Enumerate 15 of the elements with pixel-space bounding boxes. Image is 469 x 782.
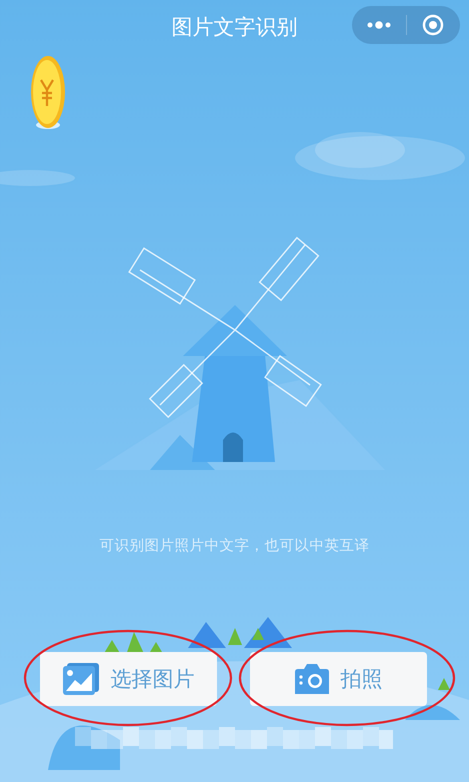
hill-drawing	[48, 726, 120, 770]
image-icon	[62, 663, 98, 695]
hill-drawing	[405, 705, 460, 720]
mountain-drawing	[244, 617, 292, 648]
coin-icon	[31, 56, 65, 129]
page-title: 图片文字识别	[172, 14, 298, 41]
trees-drawing	[228, 628, 264, 645]
camera-icon	[294, 664, 328, 694]
tree-drawing	[438, 678, 450, 690]
camera-button[interactable]: 拍照	[250, 652, 427, 706]
choose-image-button[interactable]: 选择图片	[40, 652, 217, 706]
mountain-drawing	[188, 622, 226, 648]
close-icon[interactable]	[422, 14, 444, 36]
more-icon[interactable]	[366, 21, 392, 29]
caption-text: 可识别图片照片中文字，也可以中英互译	[98, 536, 370, 555]
